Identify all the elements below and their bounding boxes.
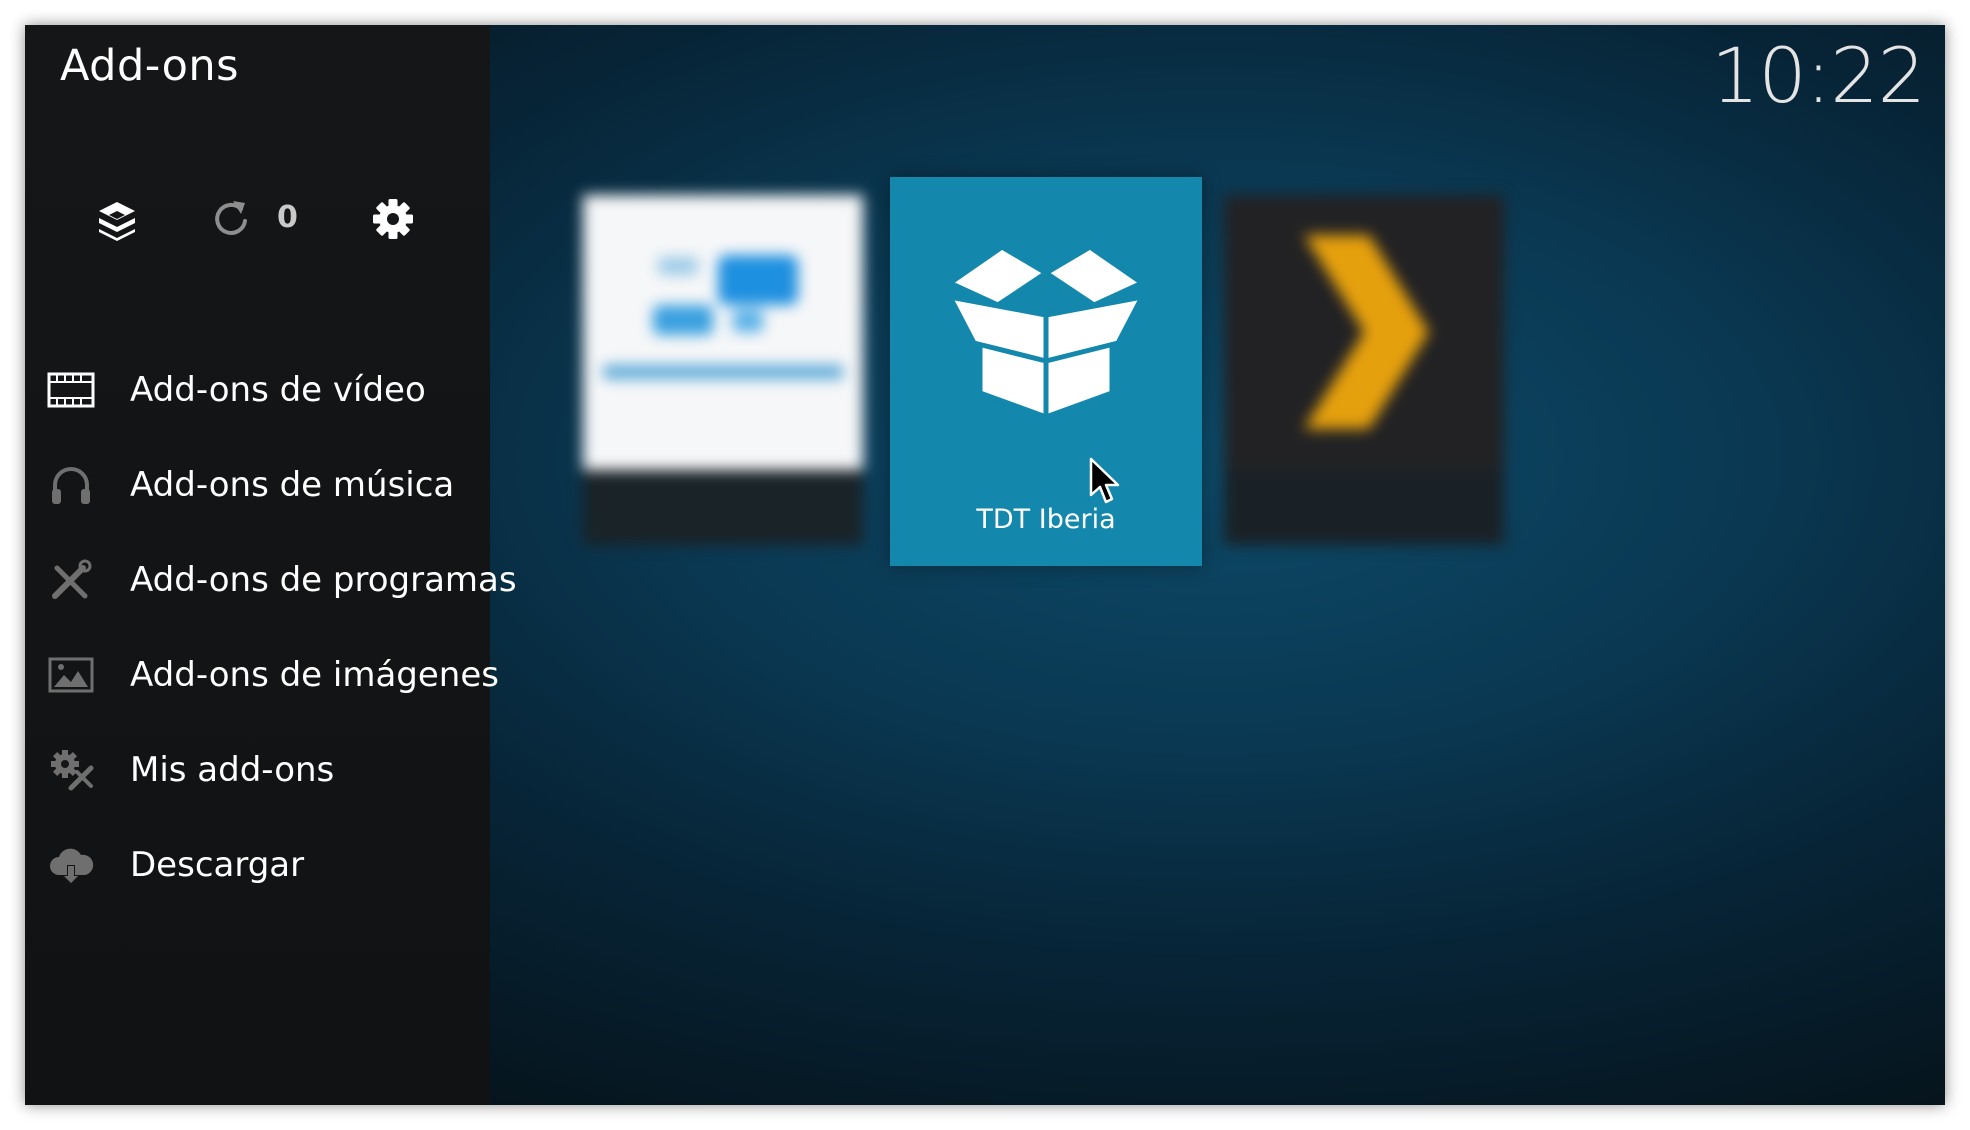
update-count: 0 <box>277 200 298 235</box>
addon-tile-selected[interactable]: TDT Iberia <box>890 177 1202 566</box>
sidebar-item-music-addons[interactable]: Add-ons de música <box>25 445 490 525</box>
addon-caption <box>1224 470 1504 545</box>
sidebar-item-download[interactable]: Descargar <box>25 825 490 905</box>
clock: 10:22 <box>1710 31 1926 120</box>
addon-title: TDT Iberia <box>976 504 1116 535</box>
image-icon <box>47 653 95 697</box>
sidebar-item-label: Descargar <box>130 845 305 885</box>
addon-thumbnail <box>1224 195 1504 470</box>
page-title: Add-ons <box>60 41 240 91</box>
update-icon[interactable] <box>211 197 251 241</box>
addon-tile[interactable] <box>1224 195 1504 545</box>
addon-tile[interactable] <box>583 195 863 545</box>
gears-icon <box>47 748 95 792</box>
sidebar-item-label: Mis add-ons <box>130 750 335 790</box>
sidebar-item-program-addons[interactable]: Add-ons de programas <box>25 540 517 620</box>
addon-thumbnail <box>583 195 863 470</box>
sidebar-item-my-addons[interactable]: Mis add-ons <box>25 730 490 810</box>
sidebar-item-label: Add-ons de imágenes <box>130 655 499 695</box>
sidebar-item-label: Add-ons de programas <box>130 560 517 600</box>
kodi-window: Add-ons 10:22 0 Add-ons de vídeo Add-ons… <box>25 25 1945 1105</box>
sidebar-item-image-addons[interactable]: Add-ons de imágenes <box>25 635 499 715</box>
mouse-cursor-icon <box>1088 457 1124 507</box>
cloud-download-icon <box>47 843 95 887</box>
tools-icon <box>47 558 95 602</box>
sidebar-item-label: Add-ons de música <box>130 465 455 505</box>
open-box-icon <box>944 243 1148 420</box>
sidebar-item-video-addons[interactable]: Add-ons de vídeo <box>25 350 490 430</box>
sidebar-item-label: Add-ons de vídeo <box>130 370 426 410</box>
gear-icon[interactable] <box>371 197 415 241</box>
film-icon <box>47 368 95 412</box>
addon-browser-icon[interactable] <box>95 198 139 242</box>
addon-caption <box>583 470 863 545</box>
headphones-icon <box>47 463 95 507</box>
